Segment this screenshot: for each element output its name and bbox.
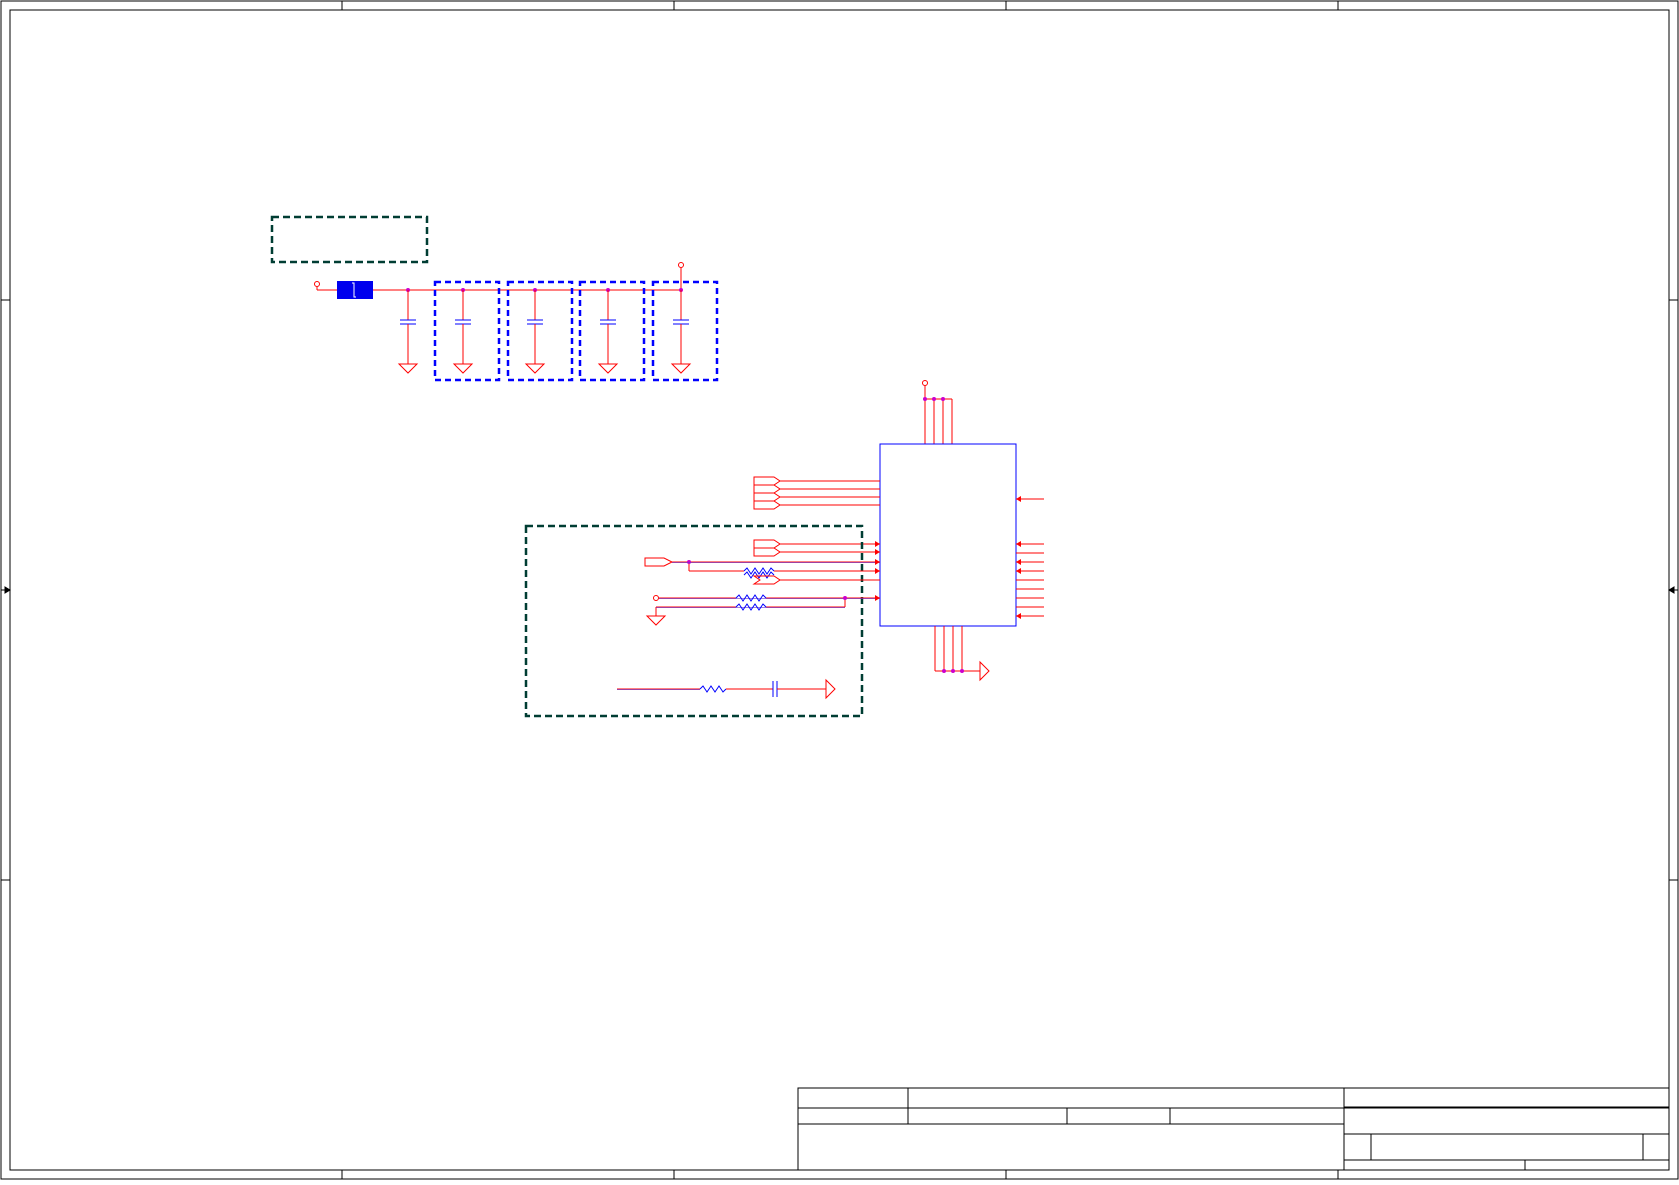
ic-right-pins: [1016, 498, 1044, 617]
net-port-icon: [753, 500, 781, 510]
ground-icon: [397, 363, 419, 374]
net-port-icon: [644, 557, 674, 567]
ic-right-pin-arrows: [1016, 496, 1021, 619]
decoupling-cap-4: [597, 288, 619, 374]
title-block: [797, 1087, 1670, 1171]
decap-group-box-4: [651, 280, 719, 382]
ground-icon: [670, 363, 692, 374]
ic-left-inputs-upper: [753, 476, 880, 510]
net-port-icon: [753, 547, 781, 557]
capacitor-icon: [527, 319, 543, 325]
capacitor-icon: [673, 319, 689, 325]
decap-group-box-2: [506, 280, 574, 382]
decap-group-box-1: [433, 280, 501, 382]
schematic-sheet: [0, 0, 1679, 1180]
power-pin-icon: [678, 262, 684, 290]
ic-pin-arrow: [875, 595, 880, 601]
decoupling-cap-3: [524, 288, 546, 374]
ferrite-bead-icon: [337, 281, 373, 299]
ic-ground-pins: [934, 626, 990, 682]
center-marks: [1, 586, 1678, 594]
ground-icon: [645, 615, 667, 626]
ground-icon: [452, 363, 474, 374]
note-box: [270, 215, 429, 264]
junction-dot: [843, 596, 847, 600]
ground-icon: [524, 363, 546, 374]
net-port-icon: [753, 476, 781, 486]
net-port-icon: [753, 484, 781, 494]
net-port-icon: [753, 492, 781, 502]
sheet-border: [0, 0, 1679, 1180]
capacitor-icon: [772, 681, 778, 697]
capacitor-icon: [400, 319, 416, 325]
power-pin-icon: [314, 281, 320, 290]
decap-group-box-3: [578, 280, 646, 382]
ic-body: [879, 443, 1017, 627]
ground-icon: [597, 363, 619, 374]
decoupling-cap-2: [452, 288, 474, 374]
ic-supply-pins: [922, 380, 953, 444]
clock-group-box: [524, 524, 864, 718]
ground-icon: [979, 660, 990, 682]
power-pin-icon: [922, 380, 928, 399]
decoupling-cap-5: [670, 288, 692, 374]
ground-icon: [825, 678, 836, 700]
decoupling-cap-1: [397, 288, 419, 374]
ic-left-pin-arrows: [875, 541, 880, 574]
net-port-icon: [753, 539, 781, 549]
rc-filter-net: [617, 678, 836, 700]
capacitor-icon: [600, 319, 616, 325]
resistor-icon: [699, 685, 727, 693]
schematic-canvas: [0, 0, 1679, 1180]
junction-dot: [687, 560, 691, 564]
capacitor-icon: [455, 319, 471, 325]
